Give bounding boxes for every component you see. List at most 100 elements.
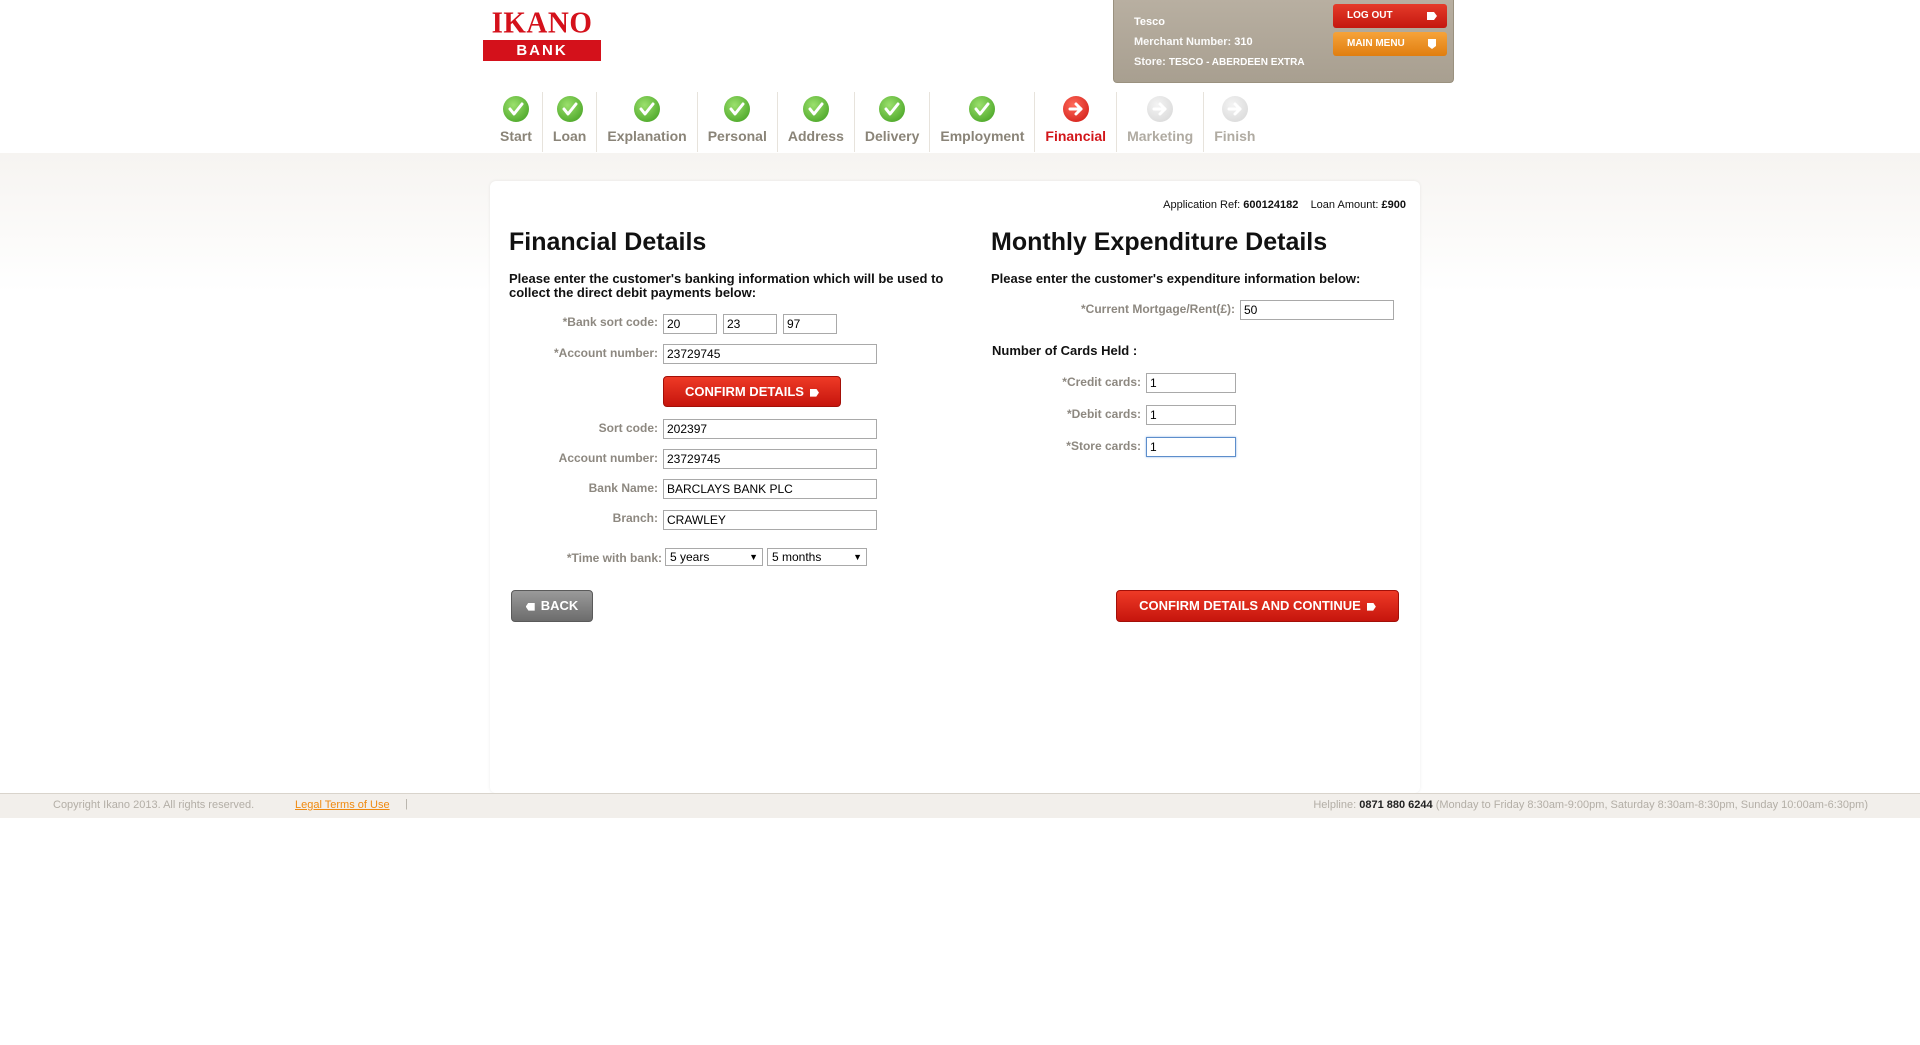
account-number-label: *Account number: (553, 346, 658, 360)
step-label: Employment (940, 128, 1025, 144)
logout-label: LOG OUT (1347, 10, 1393, 21)
confirm-details-label: CONFIRM DETAILS (685, 384, 804, 399)
account-number-result-field[interactable] (663, 449, 877, 469)
step-employment: Employment (930, 92, 1036, 152)
store-cards-input[interactable] (1146, 437, 1236, 457)
step-personal: Personal (698, 92, 778, 152)
step-label: Start (500, 128, 532, 144)
check-icon (502, 96, 529, 122)
time-months-select[interactable]: 5 months ▼ (767, 548, 867, 566)
merchant-info: Tesco Merchant Number: 310 Store: TESCO … (1134, 12, 1305, 73)
mortgage-label: *Current Mortgage/Rent(£): (1080, 302, 1235, 316)
copyright: Copyright Ikano 2013. All rights reserve… (53, 799, 255, 811)
time-months-value: 5 months (772, 550, 822, 564)
bank-name-label: Bank Name: (588, 481, 658, 495)
arrow-right-icon (1221, 96, 1248, 122)
logo-wordmark: IKANO (491, 6, 593, 40)
back-label: BACK (540, 598, 579, 613)
debit-cards-input[interactable] (1146, 405, 1236, 425)
helpline: Helpline: 0871 880 6244 (Monday to Frida… (1313, 799, 1868, 811)
step-label: Marketing (1127, 128, 1194, 144)
arrow-right-icon (1147, 96, 1174, 122)
check-icon (969, 96, 996, 122)
arrow-right-icon (1062, 96, 1089, 122)
step-marketing: Marketing (1117, 92, 1205, 152)
store-name: TESCO - ABERDEEN EXTRA (1168, 57, 1305, 68)
expenditure-title: Monthly Expenditure Details (991, 228, 1328, 256)
store-label: Store: (1134, 56, 1166, 68)
legal-terms-link[interactable]: Legal Terms of Use (295, 799, 390, 811)
tag-arrow-icon (809, 388, 819, 397)
reference-line: Application Ref: 600124182 Loan Amount: … (1163, 199, 1406, 211)
back-button[interactable]: BACK (511, 590, 593, 622)
store-row: Store: TESCO - ABERDEEN EXTRA (1134, 52, 1305, 73)
main-menu-button[interactable]: MAIN MENU (1333, 32, 1447, 56)
sort-code-part-2-input[interactable] (723, 314, 777, 334)
helpline-hours: (Monday to Friday 8:30am-9:00pm, Saturda… (1435, 799, 1868, 811)
time-years-select[interactable]: 5 years ▼ (665, 548, 763, 566)
tag-left-icon (525, 602, 535, 611)
footer-divider: | (405, 798, 408, 810)
financial-intro: Please enter the customer's banking info… (509, 271, 944, 300)
application-card: Application Ref: 600124182 Loan Amount: … (490, 181, 1420, 793)
cards-held-heading: Number of Cards Held : (992, 343, 1138, 358)
debit-cards-label: *Debit cards: (1066, 407, 1141, 421)
sort-code-part-1-input[interactable] (663, 314, 717, 334)
account-number-result-label: Account number: (558, 451, 658, 465)
tag-arrow-icon (1427, 12, 1437, 20)
ikano-bank-logo: IKANO BANK (483, 6, 601, 61)
step-label: Finish (1214, 128, 1256, 144)
step-start: Start (490, 92, 543, 152)
tag-down-icon (1428, 39, 1436, 49)
mortgage-input[interactable] (1240, 300, 1394, 320)
expenditure-intro: Please enter the customer's expenditure … (991, 271, 1361, 286)
time-years-value: 5 years (670, 550, 710, 564)
helpline-number: 0871 880 6244 (1359, 799, 1433, 811)
step-label: Address (787, 128, 844, 144)
step-explanation: Explanation (597, 92, 698, 152)
check-icon (556, 96, 583, 122)
branch-label: Branch: (612, 511, 658, 525)
confirm-details-button[interactable]: CONFIRM DETAILS (663, 376, 841, 407)
credit-cards-label: *Credit cards: (1062, 375, 1141, 389)
main-menu-label: MAIN MENU (1347, 38, 1405, 49)
check-icon (879, 96, 906, 122)
step-label: Delivery (864, 128, 920, 144)
sort-code-part-3-input[interactable] (783, 314, 837, 334)
logo-subtitle: BANK (483, 40, 601, 61)
step-financial: Financial (1035, 92, 1118, 152)
financial-details-title: Financial Details (509, 228, 707, 256)
chevron-down-icon: ▼ (853, 552, 862, 562)
store-cards-label: *Store cards: (1066, 439, 1141, 453)
branch-field[interactable] (663, 510, 877, 530)
continue-label: CONFIRM DETAILS AND CONTINUE (1139, 598, 1361, 613)
step-address: Address (778, 92, 855, 152)
logout-button[interactable]: LOG OUT (1333, 4, 1447, 28)
sort-code-result-field[interactable] (663, 419, 877, 439)
merchant-number: 310 (1234, 36, 1253, 48)
merchant-panel: Tesco Merchant Number: 310 Store: TESCO … (1113, 0, 1454, 83)
confirm-and-continue-button[interactable]: CONFIRM DETAILS AND CONTINUE (1116, 590, 1399, 622)
loan-amount-label: Loan Amount: (1310, 199, 1379, 211)
footer: Copyright Ikano 2013. All rights reserve… (0, 793, 1920, 818)
merchant-number-label: Merchant Number: (1134, 36, 1232, 48)
step-label: Explanation (607, 128, 687, 144)
bank-name-field[interactable] (663, 479, 877, 499)
credit-cards-input[interactable] (1146, 373, 1236, 393)
tag-arrow-icon (1366, 602, 1376, 611)
check-icon (724, 96, 751, 122)
step-delivery: Delivery (855, 92, 931, 152)
account-number-input[interactable] (663, 344, 877, 364)
step-finish: Finish (1204, 92, 1265, 152)
chevron-down-icon: ▼ (749, 552, 758, 562)
step-label: Financial (1045, 128, 1107, 144)
step-label: Personal (707, 128, 767, 144)
application-ref-label: Application Ref: (1163, 199, 1241, 211)
bank-sort-code-label: *Bank sort code: (562, 315, 658, 329)
helpline-label: Helpline: (1313, 799, 1357, 811)
merchant-number-row: Merchant Number: 310 (1134, 32, 1305, 52)
check-icon (802, 96, 829, 122)
progress-steps: Start Loan Explanation Personal Address … (490, 92, 1265, 152)
step-loan: Loan (543, 92, 598, 152)
loan-amount: £900 (1381, 199, 1406, 211)
